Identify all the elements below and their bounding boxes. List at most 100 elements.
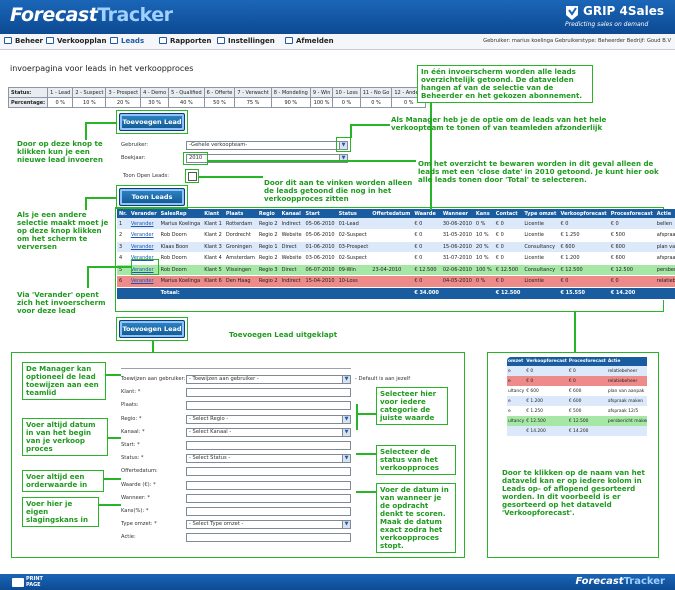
form-select[interactable]: - Toewijzen aan gebruiker - ▼ (186, 375, 351, 384)
table-cell (370, 252, 413, 265)
form-input[interactable] (186, 441, 351, 450)
table-cell: Regio 2 (256, 229, 280, 242)
table-cell (606, 426, 647, 436)
annotation: Voer de datum in van wanneer je de opdra… (376, 483, 456, 553)
table-cell: Consultancy (522, 241, 559, 253)
annotation: Door dit aan te vinken worden alleen de … (264, 178, 413, 203)
table-cell: Direct (279, 241, 304, 253)
form-label: Waarde (€): * (121, 482, 156, 488)
chevron-down-icon: ▼ (342, 429, 350, 436)
form-input[interactable] (186, 533, 351, 542)
table-cell: € 0 (567, 376, 607, 386)
edit-lead-link[interactable]: Verander (128, 229, 159, 242)
table-cell: e (507, 376, 526, 386)
column-header[interactable]: Verander (128, 209, 159, 218)
column-header[interactable]: Actie (606, 357, 647, 366)
page-title: invoerpagina voor leads in het verkooppr… (10, 64, 194, 73)
form-select[interactable]: - Select Regio - ▼ (186, 415, 351, 424)
column-header[interactable]: Regio (256, 209, 280, 218)
table-row: e € 1.250 € 500 afspraak 12/5 (507, 406, 647, 416)
table-cell: 04-05-2010 (440, 275, 474, 288)
table-cell: 30-06-2010 (440, 218, 474, 230)
add-lead-button[interactable]: Toevoegen Lead (119, 113, 185, 131)
column-header[interactable]: Kans (473, 209, 494, 218)
edit-lead-link[interactable]: Verander (128, 218, 159, 230)
table-cell: 05-06-2010 (303, 218, 337, 230)
annotation: In één invoerscherm worden alle leads ov… (417, 65, 593, 103)
table-cell: ultancy (507, 386, 526, 396)
form-hint: - Default is aan jezelf (355, 376, 411, 382)
column-header[interactable]: Verkoopforecast (558, 209, 609, 218)
chevron-down-icon: ▼ (342, 416, 350, 423)
pct-cell: 30 % (140, 97, 170, 108)
form-select[interactable]: - Select Type omzet - ▼ (186, 520, 351, 529)
column-header[interactable]: Verkoopforecast (525, 357, 568, 366)
table-cell: € 0 (493, 275, 523, 288)
nav-item-rapporten[interactable]: Rapporten (159, 37, 211, 45)
form-input[interactable] (186, 467, 351, 476)
column-header[interactable]: Klant (202, 209, 224, 218)
table-cell: € 0 (558, 218, 609, 230)
connector-line (208, 160, 416, 162)
table-cell: Indirect (279, 275, 304, 288)
user-info: Gebruiker: marius koelinga Gebruikerstyp… (483, 38, 671, 44)
grip-logo: GRIP 4Sales Predicting sales on demand (565, 4, 665, 28)
nav-item-beheer[interactable]: Beheer (4, 37, 43, 45)
connector-line (350, 124, 352, 138)
table-cell: 15-06-2010 (440, 241, 474, 253)
edit-icon (46, 37, 54, 44)
table-cell: Regio 2 (256, 275, 280, 288)
column-header[interactable]: Start (303, 209, 337, 218)
column-header[interactable]: Offertedatum (370, 209, 413, 218)
nav-item-afmelden[interactable]: Afmelden (285, 37, 334, 45)
connector-line (99, 504, 121, 506)
column-header[interactable]: omzet (507, 357, 526, 366)
form-label: Regio: * (121, 416, 142, 422)
column-header[interactable]: SalesRep (158, 209, 203, 218)
table-cell: € 0 (608, 275, 655, 288)
form-select[interactable]: - Select Kanaal - ▼ (186, 428, 351, 437)
column-header[interactable]: Procesforecast (608, 209, 655, 218)
form-input[interactable] (186, 401, 351, 410)
form-select[interactable]: - Select Status - ▼ (186, 454, 351, 463)
form-input[interactable] (186, 388, 351, 397)
form-input[interactable] (186, 494, 351, 503)
column-header[interactable]: Actie (654, 209, 675, 218)
table-cell: € 0 (608, 218, 655, 230)
table-cell: 20 % (473, 241, 494, 253)
total-cell (223, 287, 257, 300)
column-header[interactable]: Type omzet (522, 209, 559, 218)
nav-item-verkoopplan[interactable]: Verkoopplan (46, 37, 106, 45)
table-cell: € 0 (558, 275, 609, 288)
form-input[interactable] (186, 507, 351, 516)
form-input[interactable] (186, 481, 351, 490)
form-label: Plaats: (121, 402, 139, 408)
nav-item-instellingen[interactable]: Instellingen (217, 37, 275, 45)
annotation: Via 'Verander' opent zich het invoersche… (17, 290, 106, 315)
edit-lead-link[interactable]: Verander (128, 275, 159, 288)
table-cell: € 12.500 (567, 416, 607, 426)
show-leads-button[interactable]: Toon Leads (119, 188, 185, 206)
annotation: Om het overzicht te bewaren worden in di… (418, 159, 659, 184)
nav-item-leads[interactable]: Leads (110, 37, 144, 45)
user-filter-select[interactable]: -Gehele verkoopteam- ▼ (186, 141, 348, 150)
column-header[interactable]: Nr. (117, 209, 129, 218)
column-header[interactable]: Procesforecast (567, 357, 607, 366)
column-header[interactable]: Contact (493, 209, 523, 218)
column-header[interactable]: Wanneer (440, 209, 474, 218)
connector-line (356, 453, 376, 455)
connector-line (87, 266, 89, 288)
column-header[interactable]: Waarde (412, 209, 441, 218)
print-page-button[interactable]: PRINT PAGE (12, 576, 43, 588)
open-leads-label: Toon Open Leads: (123, 173, 169, 179)
table-cell: € 0 (412, 275, 441, 288)
column-header[interactable]: Kanaal (279, 209, 304, 218)
table-cell: Klant 3 (202, 241, 224, 253)
table-cell: 6 (117, 275, 129, 288)
edit-lead-link[interactable]: Verander (128, 241, 159, 253)
pct-cell: 75 % (234, 97, 272, 108)
add-lead-expanded-button[interactable]: Toevoegen Lead (119, 320, 185, 338)
footer-logo: ForecastTracker (575, 576, 665, 587)
column-header[interactable]: Status (336, 209, 371, 218)
column-header[interactable]: Plaats (223, 209, 257, 218)
